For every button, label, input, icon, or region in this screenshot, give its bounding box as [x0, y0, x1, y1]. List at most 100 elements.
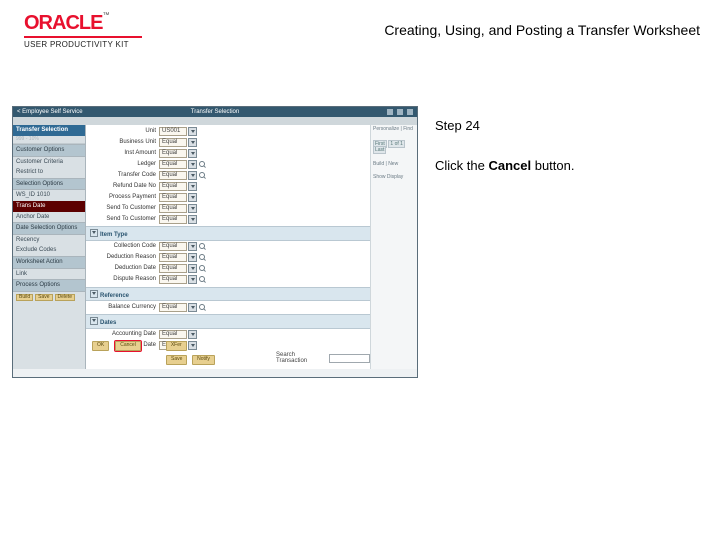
- embedded-app-screenshot: < Employee Self Service Transfer Selecti…: [12, 106, 418, 378]
- field-value[interactable]: Equal: [159, 204, 187, 213]
- lookup-icon[interactable]: [199, 276, 206, 283]
- back-link[interactable]: < Employee Self Service: [17, 109, 83, 116]
- chevron-down-icon: [90, 290, 98, 298]
- sidebar-build-button[interactable]: Build: [16, 294, 33, 302]
- dropdown-icon[interactable]: [188, 160, 197, 169]
- sidebar-item-ws-id: WS_ID 1010: [13, 190, 85, 201]
- lookup-icon[interactable]: [199, 265, 206, 272]
- ok-button[interactable]: OK: [92, 341, 109, 351]
- form-row: Collection CodeEqual: [86, 242, 370, 252]
- sidebar-save-button[interactable]: Save: [35, 294, 52, 302]
- notifications-icon[interactable]: [407, 109, 413, 115]
- form-row: Send To CustomerEqual: [86, 203, 370, 213]
- sidebar-item-recency[interactable]: Recency: [13, 235, 85, 246]
- field-label: Ledger: [86, 161, 159, 168]
- dropdown-icon[interactable]: [188, 264, 197, 273]
- field-value[interactable]: Equal: [159, 253, 187, 262]
- sidebar-item-link[interactable]: Link: [13, 269, 85, 280]
- dropdown-icon[interactable]: [188, 127, 197, 136]
- field-value[interactable]: Equal: [159, 242, 187, 251]
- sidebar-item-restrict-to[interactable]: Restrict to: [13, 167, 85, 178]
- form-row: UnitUS001: [86, 126, 370, 136]
- nav-last[interactable]: Last: [373, 146, 386, 154]
- field-value[interactable]: Equal: [159, 171, 187, 180]
- field-label: Dispute Reason: [86, 276, 159, 283]
- field-value[interactable]: Equal: [159, 330, 187, 339]
- field-value[interactable]: Equal: [159, 193, 187, 202]
- form-row: Accounting DateEqual: [86, 330, 370, 340]
- page-notify-button[interactable]: Notify: [192, 355, 215, 365]
- field-value[interactable]: Equal: [159, 264, 187, 273]
- field-label: Deduction Date: [86, 265, 159, 272]
- sidebar-item-anchor-date[interactable]: Anchor Date: [13, 212, 85, 223]
- brand-wordmark: ORACLE: [24, 12, 102, 34]
- dropdown-icon[interactable]: [188, 253, 197, 262]
- brand-logo: ORACLE™ USER PRODUCTIVITY KIT: [24, 12, 142, 49]
- home-icon[interactable]: [387, 109, 393, 115]
- dropdown-icon[interactable]: [188, 193, 197, 202]
- lookup-icon[interactable]: [199, 243, 206, 250]
- dropdown-icon[interactable]: [188, 138, 197, 147]
- step-text-suffix: button.: [531, 158, 574, 173]
- field-value[interactable]: Equal: [159, 182, 187, 191]
- chevron-down-icon: [90, 229, 98, 237]
- sidebar-title: Transfer Selection: [13, 125, 85, 136]
- search-transaction-label: Search Transaction: [276, 352, 326, 365]
- field-value[interactable]: Equal: [159, 149, 187, 158]
- page-save-button[interactable]: Save: [166, 355, 187, 365]
- dropdown-icon[interactable]: [188, 303, 197, 312]
- field-value[interactable]: Equal: [159, 160, 187, 169]
- lookup-icon[interactable]: [199, 304, 206, 311]
- section-reference[interactable]: Reference: [86, 287, 370, 302]
- field-value[interactable]: US001: [159, 127, 187, 136]
- brand-subtitle: USER PRODUCTIVITY KIT: [24, 40, 142, 49]
- display-link[interactable]: Show Display: [373, 175, 415, 181]
- field-label: Business Unit: [86, 139, 159, 146]
- sidebar-item-exclude-codes[interactable]: Exclude Codes: [13, 245, 85, 256]
- dropdown-icon[interactable]: [188, 204, 197, 213]
- form-row: Process PaymentEqual: [86, 192, 370, 202]
- lookup-icon[interactable]: [199, 172, 206, 179]
- lookup-icon[interactable]: [199, 161, 206, 168]
- section-dates[interactable]: Dates: [86, 314, 370, 329]
- menu-icon[interactable]: [397, 109, 403, 115]
- field-value[interactable]: Equal: [159, 303, 187, 312]
- sidebar-section-date-selection[interactable]: Date Selection Options: [13, 222, 85, 235]
- sidebar-item-customer-criteria[interactable]: Customer Criteria: [13, 157, 85, 168]
- personalize-find-link[interactable]: Personalize | Find: [373, 127, 415, 133]
- dropdown-icon[interactable]: [188, 182, 197, 191]
- xfer-button[interactable]: XFer: [166, 341, 187, 351]
- sidebar-section-worksheet-action[interactable]: Worksheet Action: [13, 256, 85, 269]
- field-label: Refund Date No: [86, 183, 159, 190]
- field-value[interactable]: Equal: [159, 138, 187, 147]
- section-item-type[interactable]: Item Type: [86, 226, 370, 241]
- cancel-button[interactable]: Cancel: [115, 341, 141, 351]
- step-instruction-text: Click the Cancel button.: [435, 158, 574, 173]
- dropdown-icon[interactable]: [188, 330, 197, 339]
- dropdown-icon[interactable]: [188, 275, 197, 284]
- sidebar-section-customer-options[interactable]: Customer Options: [13, 144, 85, 157]
- sidebar: Transfer Selection 999 - 10% Customer Op…: [13, 125, 86, 369]
- dropdown-icon[interactable]: [188, 149, 197, 158]
- field-label: Send To Customer: [86, 205, 159, 212]
- app-subheader-bar: [13, 117, 417, 125]
- form-row: Inst AmountEqual: [86, 148, 370, 158]
- form-row: Dispute ReasonEqual: [86, 275, 370, 285]
- dropdown-icon[interactable]: [188, 215, 197, 224]
- sidebar-item-trans-date[interactable]: Trans Date: [13, 201, 85, 212]
- trademark-symbol: ™: [102, 12, 109, 19]
- lookup-icon[interactable]: [199, 254, 206, 261]
- form-row: Refund Date NoEqual: [86, 181, 370, 191]
- step-text-target: Cancel: [488, 158, 531, 173]
- sidebar-section-selection-options[interactable]: Selection Options: [13, 178, 85, 191]
- document-title: Creating, Using, and Posting a Transfer …: [384, 22, 700, 38]
- dropdown-icon[interactable]: [188, 171, 197, 180]
- sidebar-delete-button[interactable]: Delete: [55, 294, 75, 302]
- dropdown-icon[interactable]: [188, 242, 197, 251]
- field-value[interactable]: Equal: [159, 275, 187, 284]
- sidebar-section-process-options[interactable]: Process Options: [13, 279, 85, 292]
- search-transaction-field: Search Transaction: [276, 352, 370, 365]
- nav-count: 1 of 1: [388, 140, 405, 148]
- field-value[interactable]: Equal: [159, 215, 187, 224]
- search-transaction-input[interactable]: [329, 354, 370, 363]
